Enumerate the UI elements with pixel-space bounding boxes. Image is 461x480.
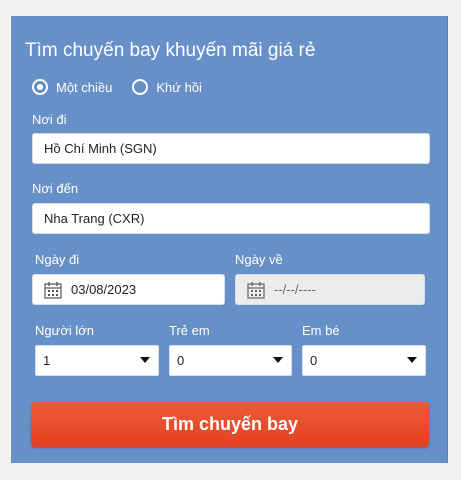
adults-select[interactable]: 1 (35, 345, 159, 376)
flight-search-panel: Tìm chuyến bay khuyến mãi giá rẻ Một chi… (11, 16, 448, 463)
depart-date-field[interactable]: 03/08/2023 (32, 274, 225, 305)
to-field[interactable]: Nha Trang (CXR) (32, 203, 430, 234)
adults-value: 1 (43, 353, 51, 368)
return-date-field[interactable]: --/--/---- (235, 274, 425, 305)
return-label: Ngày về (235, 252, 283, 267)
depart-label: Ngày đi (35, 252, 80, 267)
calendar-icon (247, 281, 265, 299)
adults-label: Người lớn (35, 323, 94, 338)
radio-unchecked-icon (132, 79, 149, 95)
depart-date-value: 03/08/2023 (71, 282, 137, 297)
from-field[interactable]: Hồ Chí Minh (SGN) (32, 133, 430, 164)
children-label: Trẻ em (169, 323, 210, 338)
children-select[interactable]: 0 (169, 345, 292, 376)
children-value: 0 (177, 353, 185, 368)
infants-select[interactable]: 0 (302, 345, 426, 376)
to-label: Nơi đến (32, 181, 79, 196)
infants-value: 0 (310, 353, 318, 368)
caret-down-icon (273, 357, 283, 363)
return-date-value: --/--/---- (274, 282, 316, 297)
trip-type-group: Một chiều Khứ hồi (32, 79, 222, 95)
search-flights-button[interactable]: Tìm chuyến bay (31, 402, 429, 447)
one-way-label: Một chiều (56, 79, 113, 95)
caret-down-icon (407, 357, 417, 363)
from-label: Nơi đi (32, 112, 67, 127)
one-way-radio[interactable]: Một chiều (32, 79, 112, 95)
calendar-icon (44, 281, 62, 299)
round-trip-label: Khứ hồi (156, 79, 202, 95)
infants-label: Em bé (302, 323, 340, 338)
radio-checked-icon (32, 79, 48, 95)
form-title: Tìm chuyến bay khuyến mãi giá rẻ (25, 40, 316, 61)
from-value: Hồ Chí Minh (SGN) (44, 141, 157, 156)
to-value: Nha Trang (CXR) (44, 211, 145, 226)
round-trip-radio[interactable]: Khứ hồi (132, 79, 202, 95)
caret-down-icon (140, 357, 150, 363)
